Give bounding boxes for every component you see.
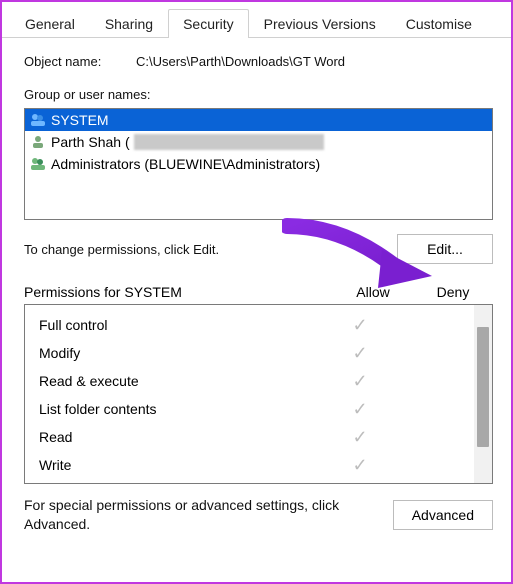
users-listbox[interactable]: SYSTEM Parth Shah ( Administrators (BLUE… [24, 108, 493, 220]
advanced-button[interactable]: Advanced [393, 500, 493, 530]
perm-name: Read & execute [39, 373, 320, 389]
permissions-list[interactable]: Full control ✓ Modify ✓ Read & execute ✓… [25, 305, 474, 483]
user-item-parth[interactable]: Parth Shah ( [25, 131, 492, 153]
tab-sharing[interactable]: Sharing [90, 9, 168, 38]
perm-row: Full control ✓ [39, 311, 464, 339]
user-name: SYSTEM [51, 112, 109, 128]
tab-body-security: Object name: C:\Users\Parth\Downloads\GT… [2, 38, 511, 544]
check-icon: ✓ [320, 455, 400, 476]
tab-security[interactable]: Security [168, 9, 249, 38]
permissions-header: Permissions for SYSTEM Allow Deny [24, 284, 493, 300]
properties-dialog: General Sharing Security Previous Versio… [0, 0, 513, 584]
deny-header: Deny [413, 284, 493, 300]
check-icon: ✓ [320, 427, 400, 448]
edit-row: To change permissions, click Edit. Edit.… [24, 234, 493, 264]
advanced-row: For special permissions or advanced sett… [24, 496, 493, 534]
user-name: Administrators (BLUEWINE\Administrators) [51, 156, 320, 172]
tab-bar: General Sharing Security Previous Versio… [2, 2, 511, 38]
perm-name: Full control [39, 317, 320, 333]
group-user-label: Group or user names: [24, 87, 493, 102]
object-name-row: Object name: C:\Users\Parth\Downloads\GT… [24, 54, 493, 69]
perm-row: Read ✓ [39, 423, 464, 451]
group-icon [29, 111, 47, 129]
tab-customise[interactable]: Customise [391, 9, 487, 38]
permissions-list-wrap: Full control ✓ Modify ✓ Read & execute ✓… [24, 304, 493, 484]
tab-previous-versions[interactable]: Previous Versions [249, 9, 391, 38]
perm-name: List folder contents [39, 401, 320, 417]
perm-name: Read [39, 429, 320, 445]
group-icon [29, 155, 47, 173]
check-icon: ✓ [320, 399, 400, 420]
perm-row: Write ✓ [39, 451, 464, 479]
permissions-for-label: Permissions for SYSTEM [24, 284, 333, 300]
perm-name: Write [39, 457, 320, 473]
perm-row: Modify ✓ [39, 339, 464, 367]
perm-row: List folder contents ✓ [39, 395, 464, 423]
user-item-system[interactable]: SYSTEM [25, 109, 492, 131]
check-icon: ✓ [320, 371, 400, 392]
user-name: Parth Shah ( [51, 134, 130, 150]
perm-row: Read & execute ✓ [39, 367, 464, 395]
change-permissions-label: To change permissions, click Edit. [24, 242, 219, 257]
redacted-text [134, 134, 324, 150]
check-icon: ✓ [320, 315, 400, 336]
special-permissions-label: For special permissions or advanced sett… [24, 496, 344, 534]
check-icon: ✓ [320, 343, 400, 364]
scrollbar-thumb[interactable] [477, 327, 489, 447]
allow-header: Allow [333, 284, 413, 300]
permissions-scrollbar[interactable] [474, 305, 492, 483]
object-name-label: Object name: [24, 54, 136, 69]
user-item-administrators[interactable]: Administrators (BLUEWINE\Administrators) [25, 153, 492, 175]
object-name-value: C:\Users\Parth\Downloads\GT Word [136, 54, 345, 69]
edit-button[interactable]: Edit... [397, 234, 493, 264]
user-icon [29, 133, 47, 151]
tab-general[interactable]: General [10, 9, 90, 38]
perm-name: Modify [39, 345, 320, 361]
